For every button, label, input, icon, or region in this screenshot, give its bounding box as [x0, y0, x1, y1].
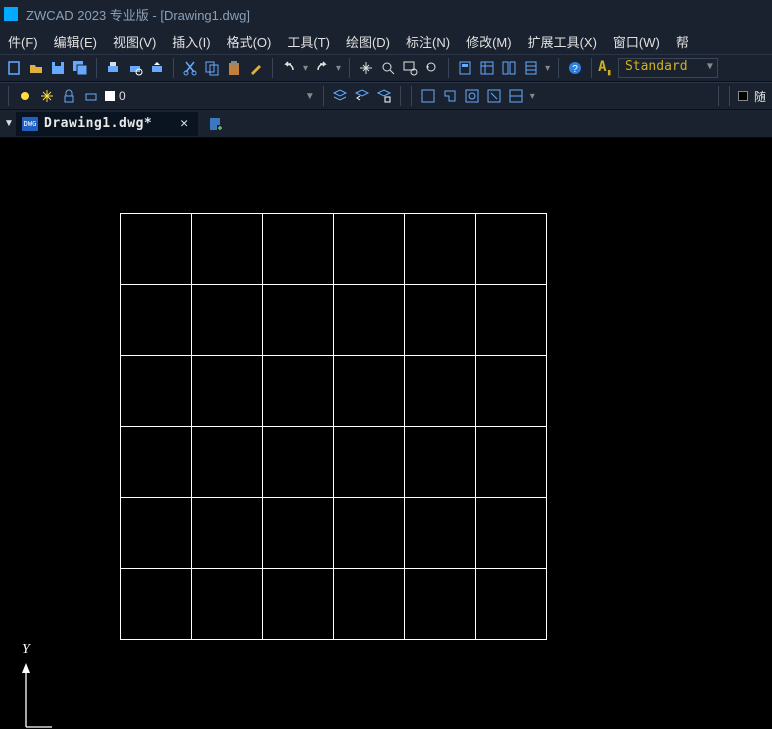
separator: [349, 58, 350, 78]
drawing-canvas[interactable]: Y: [0, 138, 772, 729]
separator: [323, 86, 324, 106]
separator: [400, 86, 401, 106]
chevron-down-icon: ▼: [707, 61, 713, 72]
separator: [173, 58, 174, 78]
menu-dim[interactable]: 标注(N): [398, 28, 458, 55]
viewport-clip-button[interactable]: [484, 86, 504, 106]
separator: [591, 58, 592, 78]
dwg-file-icon: DWG: [22, 117, 38, 131]
new-button[interactable]: [4, 58, 24, 78]
layer-states-button[interactable]: [374, 86, 394, 106]
save-button[interactable]: [48, 58, 68, 78]
print-button[interactable]: [103, 58, 123, 78]
redo-dropdown[interactable]: ▾: [334, 63, 343, 74]
toolbar-main: ▾ ▾ ▾ ? A▮ Standard ▼: [0, 54, 772, 82]
design-center-button[interactable]: [499, 58, 519, 78]
toolbar-layers: 0 ▼ ▾ 随: [0, 82, 772, 110]
pan-button[interactable]: [356, 58, 376, 78]
layer-dropdown[interactable]: ▼: [303, 91, 317, 102]
separator: [558, 58, 559, 78]
zoom-realtime-button[interactable]: [378, 58, 398, 78]
menu-bar: 件(F) 编辑(E) 视图(V) 插入(I) 格式(O) 工具(T) 绘图(D)…: [0, 28, 772, 54]
layer-plot-icon[interactable]: [81, 86, 101, 106]
zoom-previous-button[interactable]: [422, 58, 442, 78]
viewport-single-button[interactable]: [418, 86, 438, 106]
layer-manager-button[interactable]: [330, 86, 350, 106]
layer-freeze-icon[interactable]: [37, 86, 57, 106]
undo-dropdown[interactable]: ▾: [301, 63, 310, 74]
layer-previous-button[interactable]: [352, 86, 372, 106]
zoom-window-button[interactable]: [400, 58, 420, 78]
color-bylayer-label[interactable]: 随: [752, 88, 768, 105]
separator: [272, 58, 273, 78]
menu-view[interactable]: 视图(V): [105, 28, 164, 55]
separator: [718, 86, 719, 106]
viewport-dropdown[interactable]: ▾: [528, 91, 537, 102]
menu-window[interactable]: 窗口(W): [605, 28, 668, 55]
layer-name[interactable]: 0: [119, 89, 126, 103]
text-style-select[interactable]: Standard ▼: [618, 58, 718, 78]
match-properties-button[interactable]: [246, 58, 266, 78]
viewport-poly-button[interactable]: [440, 86, 460, 106]
cut-button[interactable]: [180, 58, 200, 78]
undo-button[interactable]: [279, 58, 299, 78]
separator: [8, 86, 9, 106]
separator: [729, 86, 730, 106]
file-tab-label: Drawing1.dwg*: [44, 116, 152, 131]
layer-light-icon[interactable]: [15, 86, 35, 106]
viewport-object-button[interactable]: [462, 86, 482, 106]
menu-edit[interactable]: 编辑(E): [46, 28, 105, 55]
text-style-value: Standard: [625, 59, 688, 74]
document-tab-bar: ▼ DWG Drawing1.dwg* ✕: [0, 110, 772, 138]
menu-ext[interactable]: 扩展工具(X): [520, 28, 605, 55]
menu-draw[interactable]: 绘图(D): [338, 28, 398, 55]
open-button[interactable]: [26, 58, 46, 78]
publish-button[interactable]: [147, 58, 167, 78]
tool-palette-button[interactable]: [521, 58, 541, 78]
redo-button[interactable]: [312, 58, 332, 78]
separator: [448, 58, 449, 78]
color-bylayer-swatch[interactable]: [738, 91, 748, 101]
new-tab-button[interactable]: [204, 112, 228, 136]
separator: [96, 58, 97, 78]
ucs-y-label: Y: [22, 642, 32, 657]
file-tab-drawing1[interactable]: DWG Drawing1.dwg* ✕: [16, 112, 198, 136]
help-button[interactable]: ?: [565, 58, 585, 78]
separator: [411, 86, 412, 106]
print-preview-button[interactable]: [125, 58, 145, 78]
save-all-button[interactable]: [70, 58, 90, 78]
menu-help[interactable]: 帮: [668, 28, 697, 55]
app-title: ZWCAD 2023 专业版 - [Drawing1.dwg]: [26, 5, 250, 24]
menu-file[interactable]: 件(F): [0, 28, 46, 55]
layer-lock-icon[interactable]: [59, 86, 79, 106]
svg-text:?: ?: [572, 64, 578, 75]
menu-tools[interactable]: 工具(T): [279, 28, 338, 55]
calculator-button[interactable]: [455, 58, 475, 78]
ucs-indicator: Y: [14, 639, 54, 729]
app-icon: [4, 7, 18, 21]
close-tab-button[interactable]: ✕: [180, 116, 188, 131]
palette-dropdown[interactable]: ▾: [543, 63, 552, 74]
title-bar: ZWCAD 2023 专业版 - [Drawing1.dwg]: [0, 0, 772, 28]
menu-modify[interactable]: 修改(M): [458, 28, 520, 55]
menu-format[interactable]: 格式(O): [219, 28, 280, 55]
properties-button[interactable]: [477, 58, 497, 78]
layer-color-swatch[interactable]: [105, 91, 115, 101]
menu-insert[interactable]: 插入(I): [164, 28, 218, 55]
viewport-scale-button[interactable]: [506, 86, 526, 106]
text-style-prefix-icon: A▮: [598, 59, 612, 78]
copy-button[interactable]: [202, 58, 222, 78]
paste-button[interactable]: [224, 58, 244, 78]
grid-drawing: [120, 213, 547, 640]
tab-list-dropdown[interactable]: ▼: [2, 112, 16, 136]
